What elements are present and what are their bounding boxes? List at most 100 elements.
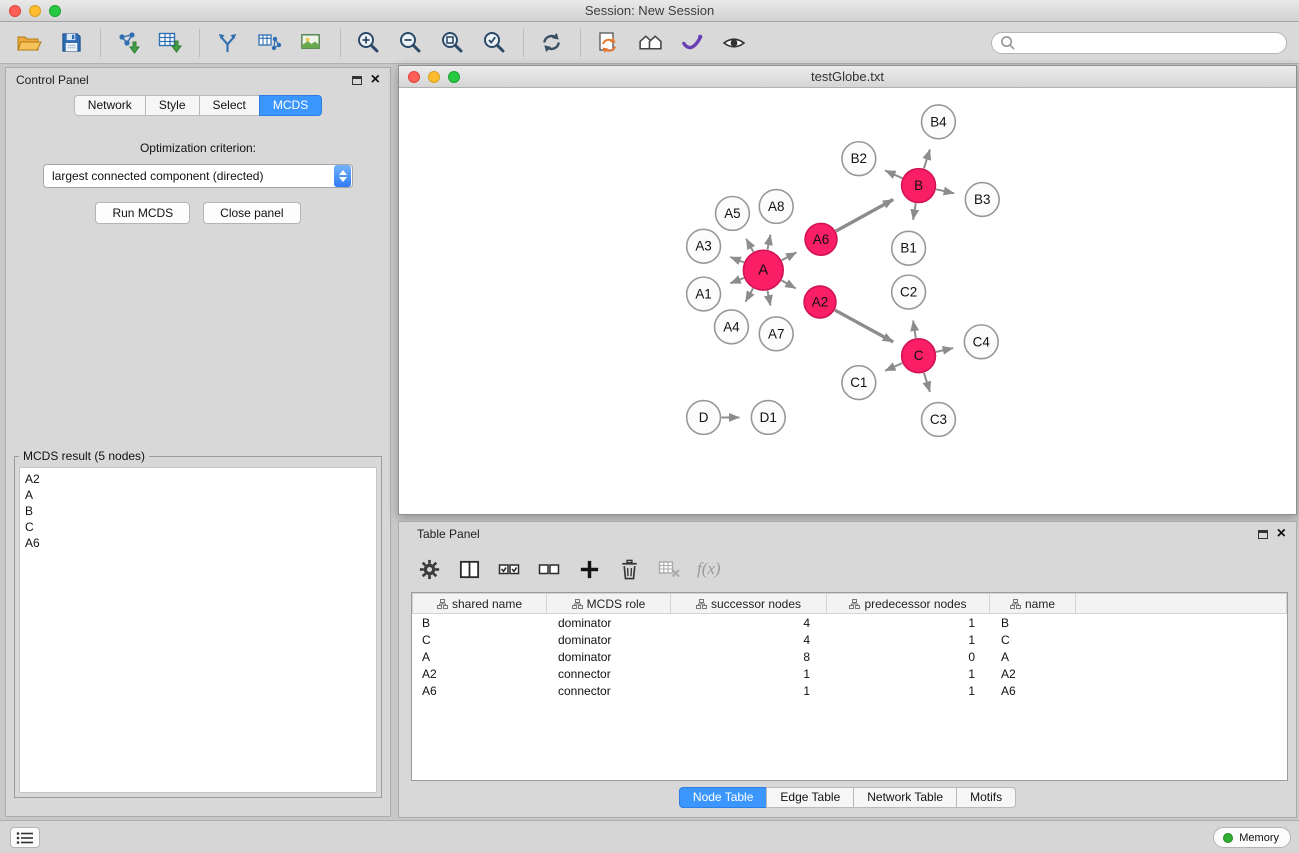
table-row[interactable]: A6connector11A6	[412, 682, 1287, 699]
column-header-predecessor-nodes[interactable]: predecessor nodes	[827, 594, 990, 614]
table-cell[interactable]: A	[412, 648, 546, 665]
open-session-button[interactable]	[12, 27, 46, 59]
node-B2[interactable]: B2	[842, 142, 876, 176]
zoom-network-button[interactable]	[448, 71, 460, 83]
table-cell[interactable]: 4	[670, 631, 826, 648]
node-A3[interactable]: A3	[687, 229, 721, 263]
edge-A-A2[interactable]	[782, 280, 796, 288]
table-cell[interactable]: 4	[670, 614, 826, 631]
table-cell[interactable]: 0	[826, 648, 989, 665]
table-settings-button[interactable]	[417, 557, 441, 581]
edge-A-A5[interactable]	[746, 239, 753, 252]
edge-A2-C[interactable]	[835, 310, 893, 342]
edge-B-B2[interactable]	[885, 171, 902, 179]
node-C[interactable]: C	[902, 339, 936, 373]
table-cell[interactable]: A	[989, 648, 1075, 665]
apply-layout-button[interactable]	[534, 27, 568, 59]
node-A7[interactable]: A7	[759, 317, 793, 351]
delete-rows-button[interactable]	[617, 557, 641, 581]
edge-A-A4[interactable]	[746, 288, 753, 301]
table-cell[interactable]: dominator	[546, 648, 670, 665]
close-panel-button[interactable]: Close panel	[203, 202, 300, 224]
cloud-transfer-button[interactable]	[591, 27, 625, 59]
node-A2[interactable]: A2	[804, 286, 836, 318]
float-panel-icon[interactable]	[352, 76, 362, 85]
node-B[interactable]: B	[902, 169, 936, 203]
table-cell[interactable]: connector	[546, 682, 670, 699]
show-graphics-details-button[interactable]	[717, 27, 751, 59]
zoom-fit-button[interactable]	[435, 27, 469, 59]
edge-A-A3[interactable]	[730, 257, 744, 262]
new-network-from-table-button[interactable]	[252, 27, 286, 59]
node-C2[interactable]: C2	[892, 275, 926, 309]
edge-B-B3[interactable]	[936, 189, 954, 193]
delete-table-button[interactable]	[657, 557, 681, 581]
node-A4[interactable]: A4	[715, 310, 749, 344]
import-network-button[interactable]	[111, 27, 145, 59]
network-overview-button[interactable]	[633, 27, 667, 59]
mcds-result-item[interactable]: A6	[25, 535, 371, 551]
show-columns-button[interactable]	[457, 557, 481, 581]
node-A5[interactable]: A5	[716, 196, 750, 230]
zoom-in-button[interactable]	[351, 27, 385, 59]
task-history-button[interactable]	[10, 827, 40, 848]
node-D1[interactable]: D1	[751, 401, 785, 435]
minimize-network-button[interactable]	[428, 71, 440, 83]
close-panel-icon[interactable]: ×	[371, 73, 380, 87]
edge-B-B4[interactable]	[924, 149, 930, 168]
node-B3[interactable]: B3	[965, 183, 999, 217]
table-cell[interactable]: dominator	[546, 614, 670, 631]
edge-C-C4[interactable]	[936, 348, 953, 352]
import-table-button[interactable]	[153, 27, 187, 59]
mcds-result-item[interactable]: B	[25, 503, 371, 519]
search-field[interactable]	[991, 32, 1287, 54]
zoom-selected-button[interactable]	[477, 27, 511, 59]
tab-select[interactable]: Select	[199, 95, 260, 116]
close-network-button[interactable]	[408, 71, 420, 83]
mcds-result-item[interactable]: C	[25, 519, 371, 535]
table-cell[interactable]: A6	[989, 682, 1075, 699]
tab-node-table[interactable]: Node Table	[679, 787, 768, 808]
table-cell[interactable]: 1	[826, 665, 989, 682]
table-cell[interactable]: 1	[670, 682, 826, 699]
mcds-result-list[interactable]: A2ABCA6	[19, 467, 377, 793]
column-header-shared-name[interactable]: shared name	[413, 594, 547, 614]
tab-style[interactable]: Style	[145, 95, 200, 116]
node-C3[interactable]: C3	[922, 403, 956, 437]
edge-A-A8[interactable]	[767, 235, 770, 250]
edge-B-B1[interactable]	[913, 203, 916, 220]
table-cell[interactable]: connector	[546, 665, 670, 682]
edge-C-C3[interactable]	[924, 373, 930, 392]
node-A8[interactable]: A8	[759, 190, 793, 224]
tab-mcds[interactable]: MCDS	[259, 95, 322, 116]
save-session-button[interactable]	[54, 27, 88, 59]
table-cell[interactable]: 1	[826, 682, 989, 699]
close-window-button[interactable]	[9, 5, 21, 17]
table-cell[interactable]: C	[412, 631, 546, 648]
export-image-button[interactable]	[294, 27, 328, 59]
table-row[interactable]: Cdominator41C	[412, 631, 1287, 648]
edge-A-A1[interactable]	[730, 278, 744, 283]
tab-motifs[interactable]: Motifs	[956, 787, 1016, 808]
function-builder-button[interactable]: f(x)	[697, 557, 721, 581]
table-cell[interactable]: C	[989, 631, 1075, 648]
node-A6[interactable]: A6	[805, 223, 837, 255]
table-row[interactable]: Adominator80A	[412, 648, 1287, 665]
zoom-out-button[interactable]	[393, 27, 427, 59]
node-C1[interactable]: C1	[842, 366, 876, 400]
node-B4[interactable]: B4	[922, 105, 956, 139]
edge-C-C2[interactable]	[913, 321, 916, 338]
table-cell[interactable]: B	[989, 614, 1075, 631]
table-row[interactable]: Bdominator41B	[412, 614, 1287, 631]
mcds-result-item[interactable]: A2	[25, 471, 371, 487]
tab-network[interactable]: Network	[74, 95, 146, 116]
dropdown-stepper-icon[interactable]	[334, 165, 351, 187]
vizmapper-button[interactable]	[675, 27, 709, 59]
tab-network-table[interactable]: Network Table	[853, 787, 957, 808]
edge-A-A7[interactable]	[767, 291, 770, 306]
node-D[interactable]: D	[687, 401, 721, 435]
network-canvas[interactable]: B4B2BB3A5A8A6A3B1AC2A1A2A4A7C4CC1DD1C3	[400, 89, 1295, 513]
column-header-MCDS-role[interactable]: MCDS role	[547, 594, 671, 614]
edge-C-C1[interactable]	[885, 363, 902, 371]
table-cell[interactable]: 1	[826, 631, 989, 648]
